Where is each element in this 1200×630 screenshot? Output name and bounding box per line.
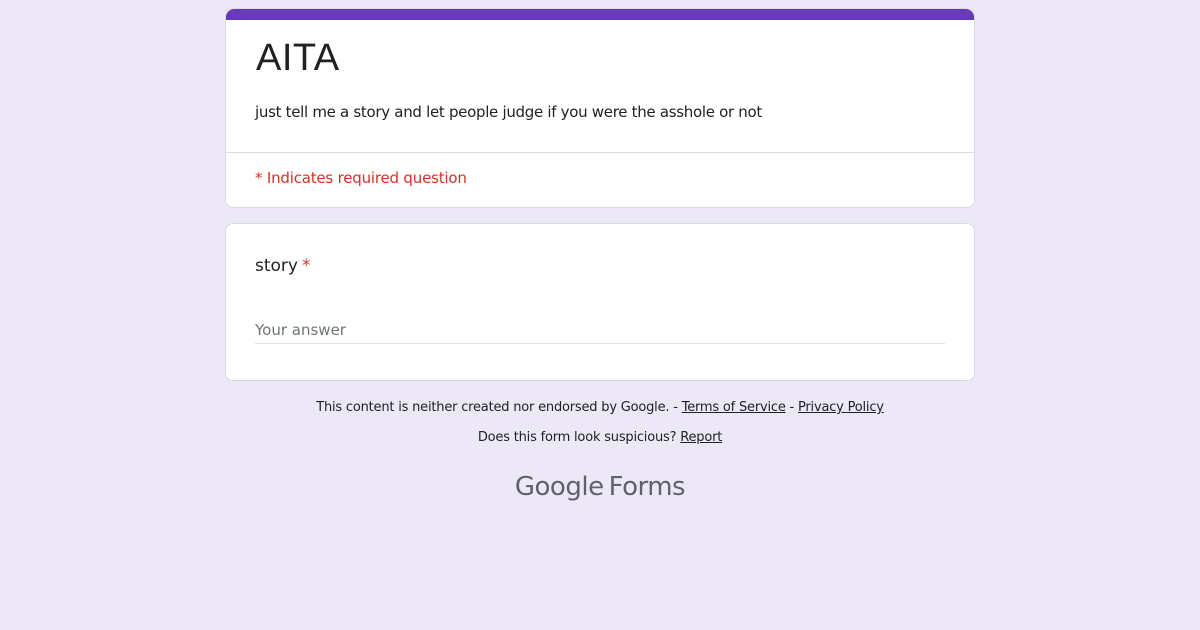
disclaimer-text: This content is neither created nor endo… <box>316 400 670 415</box>
form-container: AITA just tell me a story and let people… <box>225 8 975 381</box>
report-link[interactable]: Report <box>680 430 722 445</box>
google-wordmark: Google <box>514 472 604 502</box>
suspicious-prompt: Does this form look suspicious? <box>477 430 677 445</box>
google-forms-logo[interactable]: Google Forms <box>0 472 1200 502</box>
required-star: * <box>301 256 311 276</box>
question-card: story * <box>225 223 975 381</box>
header-divider <box>226 152 974 153</box>
terms-link[interactable]: Terms of Service <box>682 400 786 415</box>
footer-report: Does this form look suspicious? Report <box>0 430 1200 445</box>
form-title: AITA <box>256 37 340 79</box>
privacy-link[interactable]: Privacy Policy <box>798 400 884 415</box>
question-title: story <box>255 256 298 276</box>
answer-input[interactable] <box>255 316 945 344</box>
forms-wordmark: Forms <box>608 472 686 502</box>
separator: - <box>785 400 798 415</box>
separator: - <box>669 400 682 415</box>
question-label: story * <box>255 256 310 276</box>
footer-disclaimer: This content is neither created nor endo… <box>0 400 1200 415</box>
form-description: just tell me a story and let people judg… <box>255 103 762 121</box>
form-header-card: AITA just tell me a story and let people… <box>225 8 975 208</box>
required-note: * Indicates required question <box>255 169 467 187</box>
accent-bar <box>226 9 974 20</box>
